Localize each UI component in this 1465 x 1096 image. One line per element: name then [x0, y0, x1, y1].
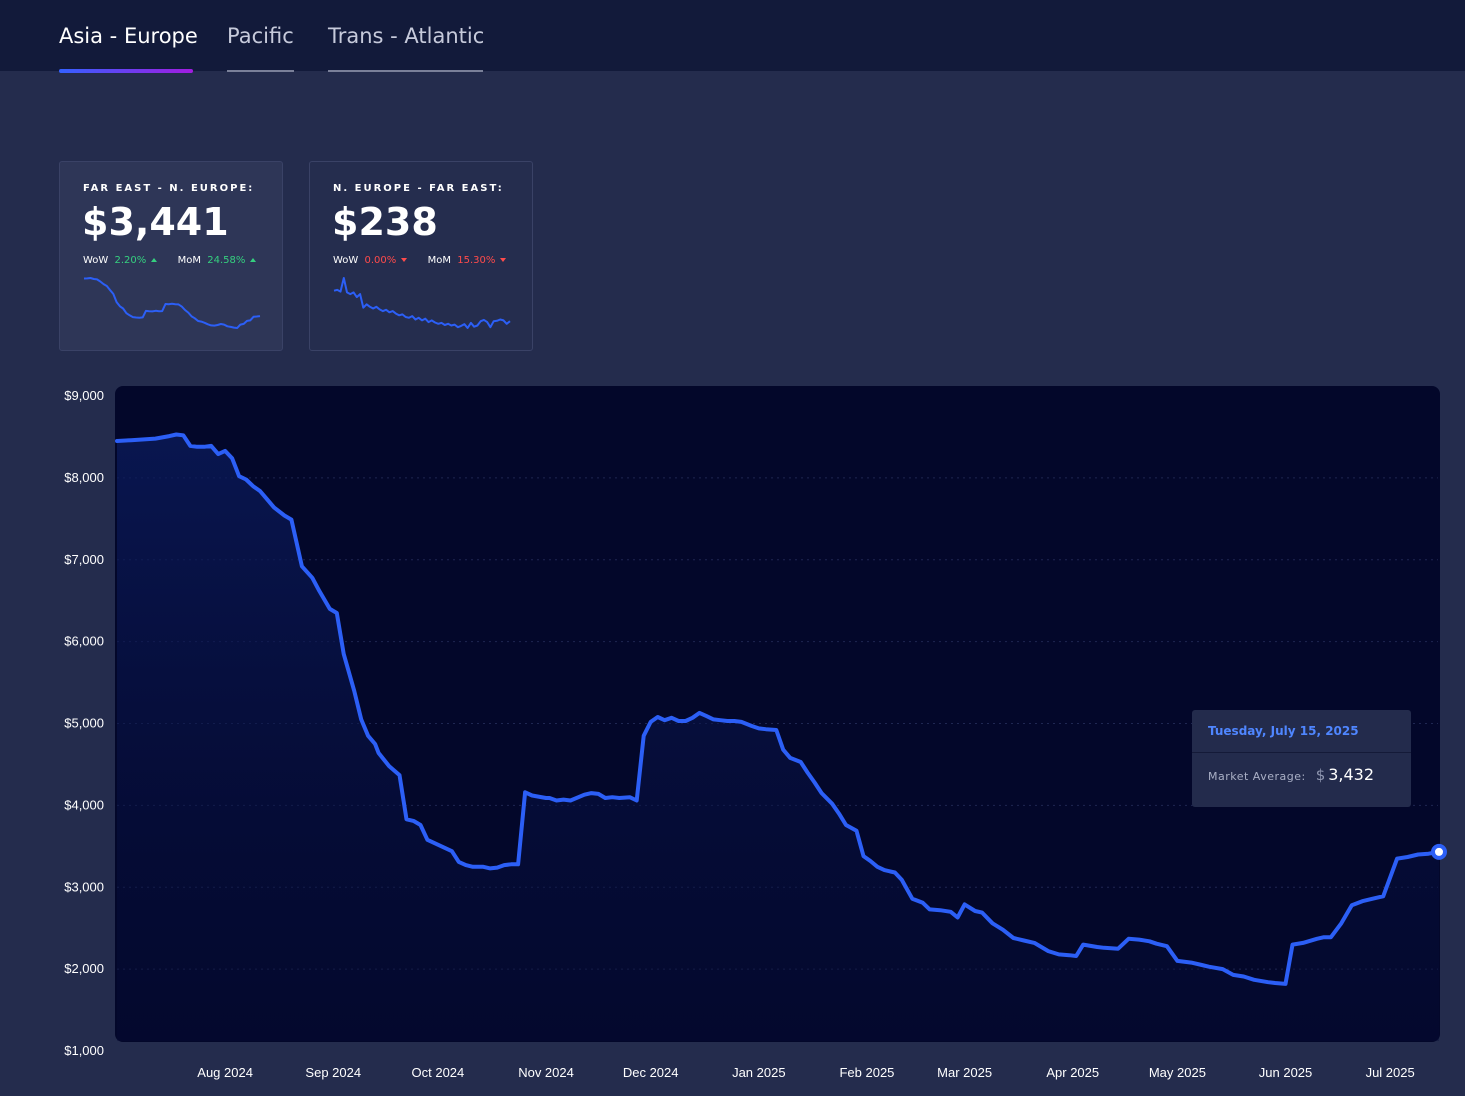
x-tick-label: Apr 2025: [1046, 1065, 1099, 1080]
y-tick-label: $8,000: [64, 470, 104, 485]
x-tick-label: Aug 2024: [197, 1065, 253, 1080]
tooltip-value: 3,432: [1328, 765, 1375, 784]
y-tick-label: $6,000: [64, 634, 104, 649]
x-tick-label: Dec 2024: [623, 1065, 679, 1080]
tooltip-body: Market Average: $3,432: [1192, 753, 1411, 784]
x-tick-label: Sep 2024: [305, 1065, 361, 1080]
x-tick-label: Mar 2025: [937, 1065, 992, 1080]
y-tick-label: $5,000: [64, 716, 104, 731]
chart-tooltip: Tuesday, July 15, 2025 Market Average: $3…: [1192, 710, 1411, 807]
x-tick-label: Nov 2024: [518, 1065, 574, 1080]
y-tick-label: $3,000: [64, 879, 104, 894]
y-tick-label: $1,000: [64, 1043, 104, 1058]
x-tick-label: Jan 2025: [732, 1065, 786, 1080]
x-tick-label: Jun 2025: [1259, 1065, 1313, 1080]
highlight-point-center: [1435, 847, 1443, 856]
y-tick-label: $7,000: [64, 552, 104, 567]
x-tick-label: Jul 2025: [1366, 1065, 1415, 1080]
x-tick-label: May 2025: [1149, 1065, 1206, 1080]
tooltip-label: Market Average:: [1208, 770, 1306, 783]
tooltip-currency: $: [1315, 766, 1326, 784]
x-tick-label: Oct 2024: [412, 1065, 465, 1080]
y-tick-label: $9,000: [64, 388, 104, 403]
x-tick-label: Feb 2025: [839, 1065, 894, 1080]
y-tick-label: $4,000: [64, 797, 104, 812]
tooltip-date: Tuesday, July 15, 2025: [1192, 710, 1411, 753]
market-average-chart[interactable]: $1,000 $2,000 $3,000 $4,000 $5,000 $6,000 $7,0…: [0, 0, 1465, 1096]
y-tick-label: $2,000: [64, 961, 104, 976]
